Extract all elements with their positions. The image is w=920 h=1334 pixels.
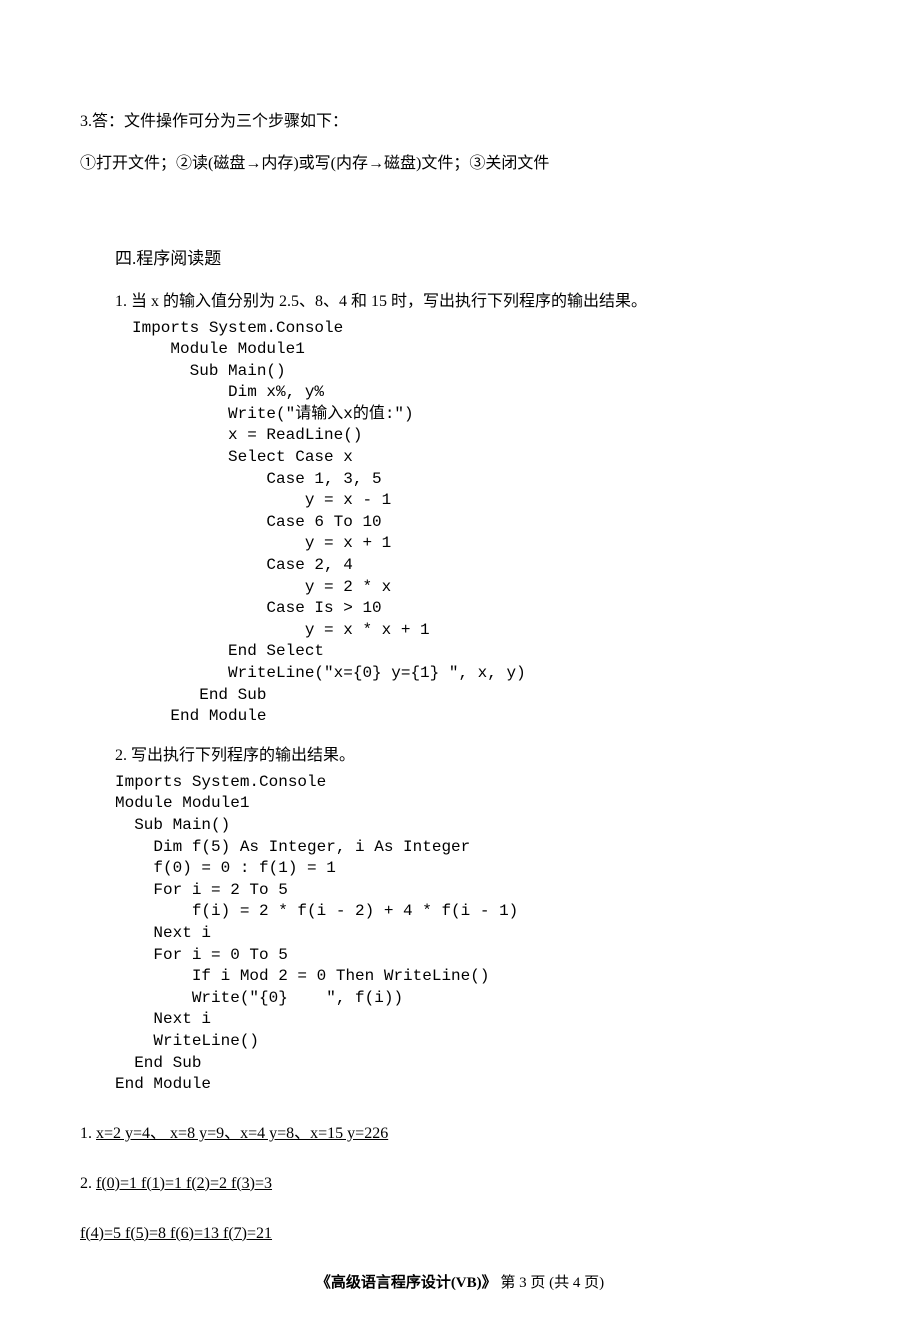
answer-2-cont: f(4)=5 f(5)=8 f(6)=13 f(7)=21 bbox=[80, 1222, 840, 1246]
document-page: 3.答：文件操作可分为三个步骤如下： ①打开文件；②读(磁盘→内存)或写(内存→… bbox=[0, 0, 920, 1334]
footer-page-prefix: 第 bbox=[497, 1275, 520, 1291]
section-4-heading: 四.程序阅读题 bbox=[115, 246, 840, 272]
footer-title: 《高级语言程序设计(VB)》 bbox=[316, 1275, 497, 1291]
answers-block: 1. x=2 y=4、 x=8 y=9、x=4 y=8、x=15 y=226 2… bbox=[80, 1122, 840, 1246]
footer-page-suffix: 页) bbox=[580, 1275, 604, 1291]
page-footer: 《高级语言程序设计(VB)》 第 3 页 (共 4 页) bbox=[80, 1272, 840, 1295]
answer-1-text: x=2 y=4、 x=8 y=9、x=4 y=8、x=15 y=226 bbox=[96, 1125, 388, 1142]
answer-2: 2. f(0)=1 f(1)=1 f(2)=2 f(3)=3 bbox=[80, 1172, 840, 1196]
answer-1-prefix: 1. bbox=[80, 1125, 96, 1142]
answer-3-line-2: ①打开文件；②读(磁盘→内存)或写(内存→磁盘)文件；③关闭文件 bbox=[80, 152, 840, 176]
footer-page-current: 3 bbox=[519, 1275, 527, 1291]
question-2-code: Imports System.Console Module Module1 Su… bbox=[115, 772, 840, 1096]
answer-2-prefix: 2. bbox=[80, 1175, 96, 1192]
answer-2-cont-text: f(4)=5 f(5)=8 f(6)=13 f(7)=21 bbox=[80, 1225, 272, 1242]
answer-2-text: f(0)=1 f(1)=1 f(2)=2 f(3)=3 bbox=[96, 1175, 272, 1192]
footer-page-mid: 页 (共 bbox=[527, 1275, 573, 1291]
answer-1: 1. x=2 y=4、 x=8 y=9、x=4 y=8、x=15 y=226 bbox=[80, 1122, 840, 1146]
answer-3-line-1: 3.答：文件操作可分为三个步骤如下： bbox=[80, 110, 840, 134]
question-2-intro: 2. 写出执行下列程序的输出结果。 bbox=[115, 744, 840, 768]
question-1-intro: 1. 当 x 的输入值分别为 2.5、8、4 和 15 时，写出执行下列程序的输… bbox=[115, 290, 840, 314]
question-1-code: Imports System.Console Module Module1 Su… bbox=[132, 318, 840, 728]
